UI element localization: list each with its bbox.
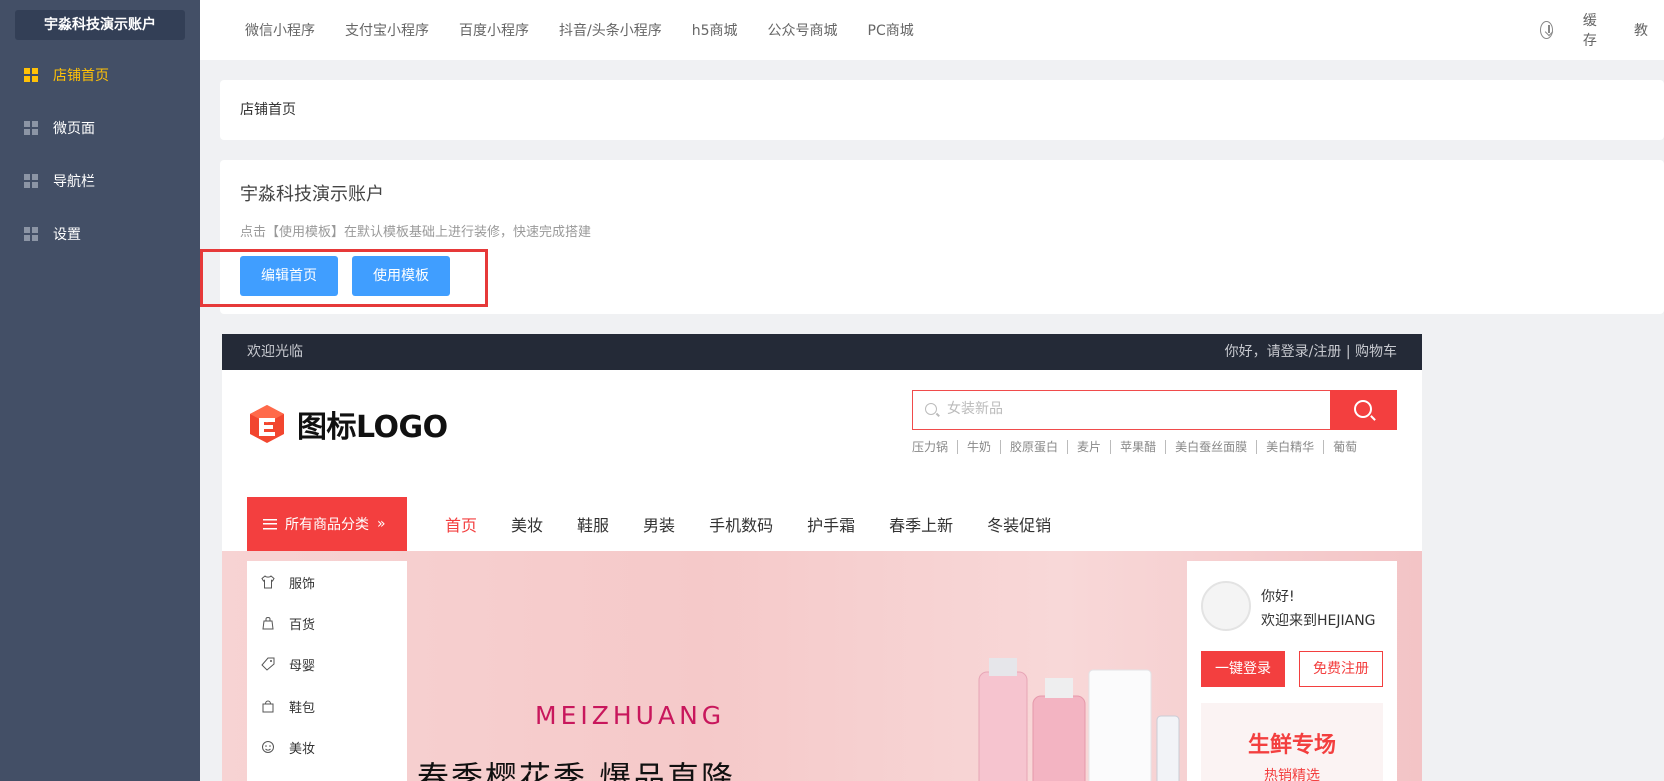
search-button[interactable] <box>1330 390 1397 430</box>
sidebar-item-micro-page[interactable]: 微页面 <box>0 110 200 146</box>
category-list: 服饰 百货 母婴 鞋包 美妆 <box>247 561 407 781</box>
category-item[interactable]: 美妆 <box>261 736 315 758</box>
shop-nav: 首页 美妆 鞋服 男装 手机数码 护手霜 春季上新 冬装促销 <box>445 497 1085 551</box>
nav-menswear[interactable]: 男装 <box>643 512 675 536</box>
nav-home[interactable]: 首页 <box>445 512 477 536</box>
list-icon <box>263 518 277 530</box>
greeting: 你好! 欢迎来到HEJIANG <box>1261 585 1376 633</box>
logo-text: 图标LOGO <box>297 410 448 445</box>
free-register-button[interactable]: 免费注册 <box>1299 651 1383 687</box>
account-badge: 宇淼科技演示账户 <box>15 10 185 40</box>
hot-keyword[interactable]: 牛奶 <box>957 440 1000 454</box>
fresh-promo[interactable]: 生鲜专场 热销精选 <box>1201 703 1383 781</box>
tab-alipay-miniprogram[interactable]: 支付宝小程序 <box>345 20 429 40</box>
sidebar-item-navbar[interactable]: 导航栏 <box>0 163 200 199</box>
bag-icon <box>262 700 274 713</box>
category-label: 母婴 <box>289 658 316 674</box>
tab-official-account-mall[interactable]: 公众号商城 <box>768 20 838 40</box>
fresh-title: 生鲜专场 <box>1247 733 1336 758</box>
hot-keyword[interactable]: 麦片 <box>1067 440 1110 454</box>
store-description: 点击【使用模板】在默认模板基础上进行装修，快速完成搭建 <box>240 225 592 240</box>
banner-slogan: 春季樱花季 爆品直降 <box>417 759 736 781</box>
hot-keyword[interactable]: 苹果醋 <box>1110 440 1165 454</box>
sidebar-item-label: 设置 <box>53 227 81 243</box>
tab-pc-mall[interactable]: PC商城 <box>868 20 914 40</box>
category-item[interactable]: 百货 <box>261 612 315 634</box>
help-link[interactable]: 教 <box>1634 20 1648 40</box>
category-item[interactable]: 服饰 <box>261 571 315 593</box>
store-title: 宇淼科技演示账户 <box>240 184 384 205</box>
category-item[interactable]: 鞋包 <box>261 695 315 717</box>
cosmetics-image <box>978 658 1180 781</box>
tab-baidu-miniprogram[interactable]: 百度小程序 <box>459 20 529 40</box>
category-label: 美妆 <box>289 741 316 757</box>
store-preview: 欢迎光临 你好，请登录/注册 | 购物车 图标LOGO 女装新品 压力锅 牛奶 … <box>222 334 1422 781</box>
grid-icon <box>24 121 38 135</box>
welcome-site-text: 欢迎来到HEJIANG <box>1261 613 1376 629</box>
grid-icon <box>24 68 38 82</box>
all-categories-label: 所有商品分类 <box>285 517 369 533</box>
category-label: 百货 <box>289 617 316 633</box>
nav-shoes-apparel[interactable]: 鞋服 <box>577 512 609 536</box>
nav-digital[interactable]: 手机数码 <box>709 512 773 536</box>
shirt-icon <box>261 575 275 589</box>
store-icon <box>262 617 274 630</box>
top-bar: 微信小程序 支付宝小程序 百度小程序 抖音/头条小程序 h5商城 公众号商城 P… <box>200 0 1664 60</box>
hot-keyword[interactable]: 葡萄 <box>1323 440 1366 454</box>
grid-icon <box>24 174 38 188</box>
hot-keywords: 压力锅 牛奶 胶原蛋白 麦片 苹果醋 美白蚕丝面膜 美白精华 葡萄 <box>912 440 1366 454</box>
tab-wechat-miniprogram[interactable]: 微信小程序 <box>245 20 315 40</box>
logo[interactable]: 图标LOGO <box>247 402 448 446</box>
category-label: 鞋包 <box>289 700 316 716</box>
tab-douyin-miniprogram[interactable]: 抖音/头条小程序 <box>559 20 662 40</box>
search-icon <box>925 403 937 415</box>
tab-h5-mall[interactable]: h5商城 <box>692 20 738 40</box>
tag-icon <box>261 657 275 671</box>
hero-banner[interactable]: 服饰 百货 母婴 鞋包 美妆 MEIZHUANG 春季樱花季 爆品直降 你好! … <box>222 551 1422 781</box>
logo-icon <box>250 405 284 443</box>
hot-keyword[interactable]: 美白精华 <box>1256 440 1323 454</box>
nav-winter-sale[interactable]: 冬装促销 <box>987 512 1051 536</box>
welcome-text: 欢迎光临 <box>247 344 303 360</box>
avatar <box>1201 581 1251 631</box>
platform-tabs: 微信小程序 支付宝小程序 百度小程序 抖音/头条小程序 h5商城 公众号商城 P… <box>245 0 944 60</box>
all-categories-button[interactable]: 所有商品分类 » <box>247 497 407 551</box>
greeting-text: 你好! <box>1261 589 1295 605</box>
nav-beauty[interactable]: 美妆 <box>511 512 543 536</box>
user-links[interactable]: 你好，请登录/注册 | 购物车 <box>1225 334 1397 370</box>
category-label: 服饰 <box>289 576 316 592</box>
breadcrumb-card: 店铺首页 <box>220 80 1664 140</box>
fresh-subtitle: 热销精选 <box>1264 768 1320 781</box>
login-panel: 你好! 欢迎来到HEJIANG 一键登录 免费注册 生鲜专场 热销精选 <box>1187 561 1397 781</box>
hot-keyword[interactable]: 美白蚕丝面膜 <box>1165 440 1256 454</box>
grid-icon <box>24 227 38 241</box>
hot-keyword[interactable]: 压力锅 <box>912 440 957 454</box>
sidebar-item-label: 微页面 <box>53 121 95 137</box>
search-input[interactable]: 女装新品 <box>912 390 1397 430</box>
nav-spring-new[interactable]: 春季上新 <box>889 512 953 536</box>
sidebar-item-label: 店铺首页 <box>53 68 109 84</box>
preview-top-bar: 欢迎光临 你好，请登录/注册 | 购物车 <box>222 334 1422 370</box>
double-chevron-right-icon: » <box>377 516 386 532</box>
search-icon <box>1354 400 1372 418</box>
banner-brand: MEIZHUANG <box>535 701 726 730</box>
sidebar-item-label: 导航栏 <box>53 174 95 190</box>
download-icon[interactable] <box>1540 21 1553 39</box>
sidebar-item-settings[interactable]: 设置 <box>0 216 200 252</box>
category-item[interactable]: 母婴 <box>261 653 315 675</box>
top-right-tools: 缓存 教 <box>1540 0 1664 60</box>
one-click-login-button[interactable]: 一键登录 <box>1201 651 1285 687</box>
breadcrumb: 店铺首页 <box>240 102 296 118</box>
nav-hand-cream[interactable]: 护手霜 <box>807 512 855 536</box>
sidebar-item-store-home[interactable]: 店铺首页 <box>0 57 200 93</box>
sidebar: 宇淼科技演示账户 店铺首页 微页面 导航栏 设置 <box>0 0 200 781</box>
hot-keyword[interactable]: 胶原蛋白 <box>1000 440 1067 454</box>
search-placeholder: 女装新品 <box>947 401 1003 417</box>
face-icon <box>262 741 274 753</box>
cache-link[interactable]: 缓存 <box>1583 10 1602 50</box>
highlight-frame <box>200 249 488 307</box>
